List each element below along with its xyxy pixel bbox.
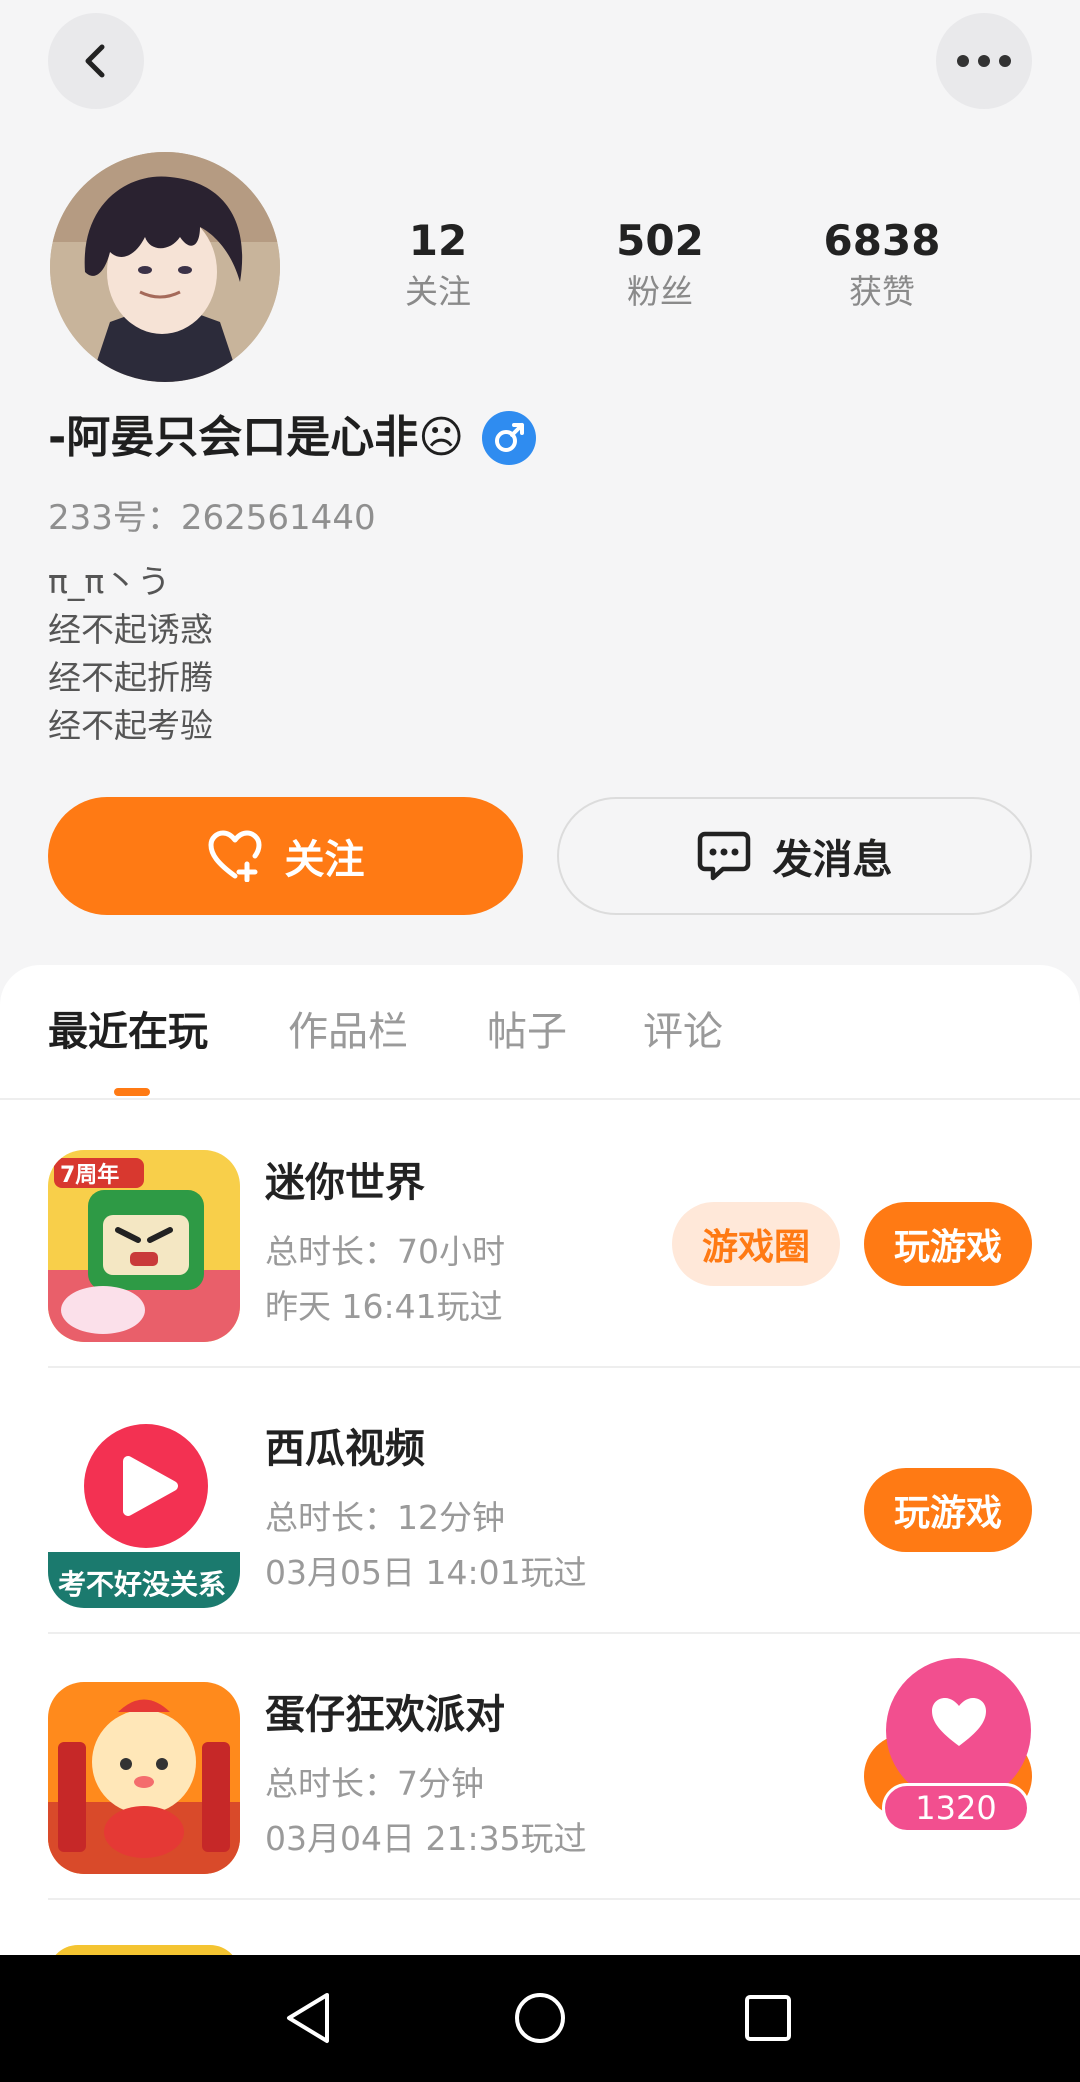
stat-value: 12: [408, 216, 468, 265]
stat-value: 6838: [823, 216, 941, 265]
stat-label: 粉丝: [627, 272, 693, 311]
follow-label: 关注: [284, 837, 365, 883]
chevron-left-icon: [85, 44, 105, 78]
stat-value: 502: [616, 216, 704, 265]
message-label: 发消息: [772, 837, 893, 883]
name-row: -阿晏只会口是心非☹: [48, 405, 537, 471]
heart-icon: [931, 1698, 986, 1746]
list-item[interactable]: 考不好没关系 西瓜视频 总时长：12分钟 03月05日 14:01玩过 玩游戏: [0, 1368, 1080, 1634]
nav-back-button[interactable]: [278, 1988, 338, 2048]
game-last-played: 03月04日 21:35玩过: [265, 1819, 587, 1858]
game-icon-mini-world: 7周年: [48, 1150, 240, 1342]
stat-likes[interactable]: 6838 获赞: [782, 215, 982, 317]
tab-works[interactable]: 作品栏: [288, 1007, 408, 1057]
game-last-played: 昨天 16:41玩过: [265, 1287, 503, 1326]
list-item[interactable]: 7周年 迷你世界 总时长：70小时 昨天 16:41玩过 游戏圈 玩游戏: [0, 1102, 1080, 1368]
stat-following[interactable]: 12 关注: [338, 215, 538, 317]
bio-line: 经不起考验: [48, 706, 213, 745]
circle-home-icon: [515, 1993, 565, 2043]
divider: [48, 1898, 1080, 1900]
game-icon-text: 7周年: [60, 1162, 119, 1188]
male-symbol-icon: [482, 411, 537, 465]
bio: π_π丶う 经不起诱惑 经不起折腾 经不起考验: [48, 558, 213, 750]
bio-line: 经不起折腾: [48, 658, 213, 697]
tab-bar: 最近在玩 作品栏 帖子 评论: [0, 965, 1080, 1100]
game-last-played: 03月05日 14:01玩过: [265, 1553, 587, 1592]
back-button[interactable]: [48, 13, 144, 109]
game-title: 迷你世界: [265, 1160, 425, 1206]
game-duration: 总时长：70小时: [265, 1232, 505, 1271]
tab-comments[interactable]: 评论: [643, 1007, 723, 1057]
bio-line: 经不起诱惑: [48, 610, 213, 649]
game-icon-text: 考不好没关系: [58, 1568, 226, 1601]
more-button[interactable]: [936, 13, 1032, 109]
game-title: 西瓜视频: [265, 1426, 425, 1472]
play-game-button[interactable]: 玩游戏: [864, 1202, 1032, 1286]
nav-home-button[interactable]: [510, 1988, 570, 2048]
follow-button[interactable]: 关注: [48, 797, 523, 915]
game-duration: 总时长：12分钟: [265, 1498, 505, 1537]
message-button[interactable]: 发消息: [557, 797, 1032, 915]
avatar-illustration: [50, 152, 280, 382]
stat-fans[interactable]: 502 粉丝: [560, 215, 760, 317]
chat-bubble-icon: [697, 831, 750, 881]
user-id: 233号：262561440: [48, 498, 376, 538]
avatar[interactable]: [50, 152, 280, 382]
stat-label: 获赞: [849, 272, 915, 311]
tab-indicator: [114, 1088, 150, 1096]
more-horizontal-icon: [957, 55, 1011, 67]
game-icon-xigua-video: 考不好没关系: [48, 1416, 240, 1608]
system-nav-bar: [0, 1955, 1080, 2082]
game-duration: 总时长：7分钟: [265, 1764, 484, 1803]
square-recents-icon: [745, 1995, 791, 2041]
tab-recently-played[interactable]: 最近在玩: [48, 1007, 208, 1057]
triangle-back-icon: [287, 1993, 329, 2043]
play-game-button[interactable]: 玩游戏: [864, 1468, 1032, 1552]
game-title: 蛋仔狂欢派对: [265, 1692, 505, 1738]
game-icon-eggy-party: [48, 1682, 240, 1874]
heart-plus-icon: [208, 830, 261, 882]
floating-like-button[interactable]: [886, 1658, 1031, 1803]
user-name: -阿晏只会口是心非☹: [48, 412, 465, 463]
nav-recents-button[interactable]: [738, 1988, 798, 2048]
like-count-badge: 1320: [882, 1783, 1030, 1833]
game-icon-partial: [48, 1945, 240, 1955]
game-circle-button[interactable]: 游戏圈: [672, 1202, 840, 1286]
bio-line: π_π丶う: [48, 562, 171, 601]
tab-posts[interactable]: 帖子: [487, 1007, 567, 1057]
stat-label: 关注: [405, 272, 471, 311]
